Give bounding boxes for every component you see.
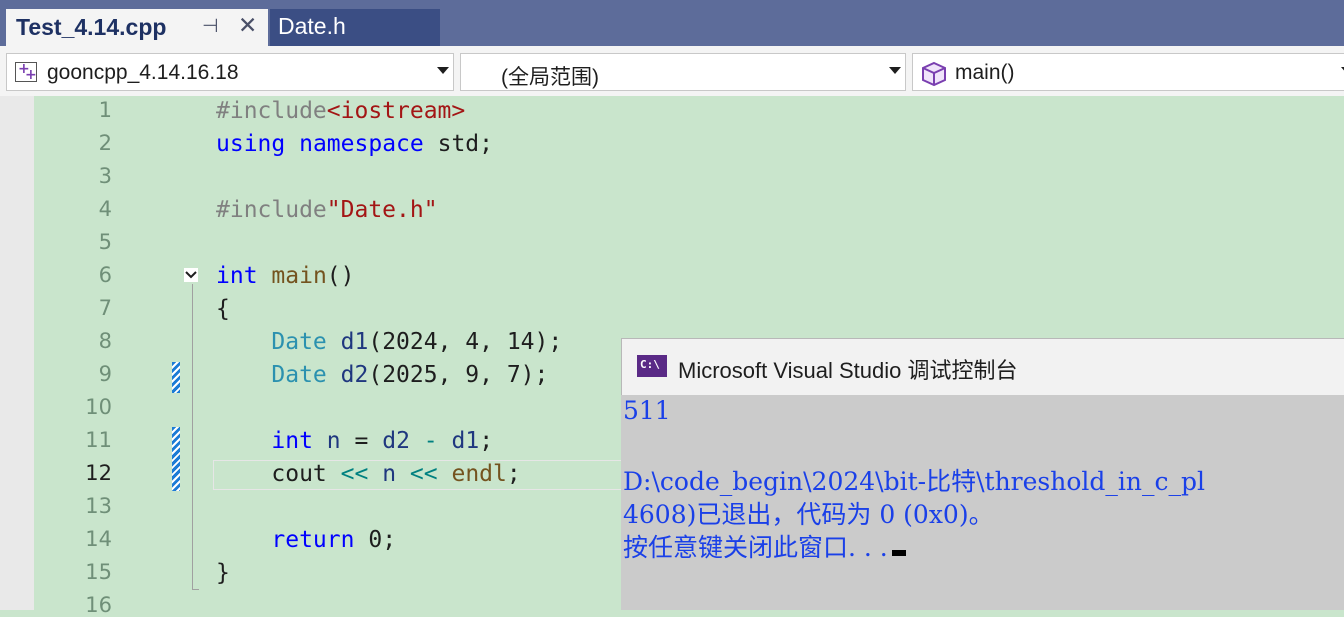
line-number: 9	[98, 362, 112, 386]
text-cursor	[891, 550, 906, 556]
document-tab-bar: Test_4.14.cpp ⊣ ✕ Date.h	[0, 0, 1344, 50]
project-icon: + +	[15, 62, 37, 82]
pin-icon[interactable]: ⊣	[202, 15, 219, 37]
navigation-bar: + + gooncpp_4.14.16.18 (全局范围) main()	[0, 50, 1344, 96]
line-number: 16	[85, 593, 112, 617]
method-cube-icon	[922, 61, 946, 87]
fold-toggle[interactable]	[184, 268, 198, 282]
token: <iostream>	[326, 98, 466, 124]
debug-console-window[interactable]: C:\ Microsoft Visual Studio 调试控制台 511 D:…	[621, 338, 1344, 610]
token: int	[216, 263, 258, 289]
token: d2	[340, 362, 369, 388]
token: 0;	[368, 527, 397, 553]
token: #include	[216, 197, 327, 223]
token: {	[216, 296, 230, 322]
project-dropdown[interactable]: + + gooncpp_4.14.16.18	[6, 53, 454, 91]
tab-title: Test_4.14.cpp	[16, 14, 167, 40]
token: cout	[271, 461, 327, 487]
console-output-line: 511	[623, 396, 671, 425]
token: #include	[216, 98, 327, 124]
code-line: }	[216, 560, 230, 586]
tab-test-cpp[interactable]: Test_4.14.cpp ⊣ ✕	[6, 9, 268, 50]
token: n	[326, 428, 341, 454]
line-number: 7	[98, 296, 112, 320]
line-number-current: 12	[85, 461, 112, 485]
console-app-icon: C:\	[637, 355, 667, 377]
chevron-down-icon	[889, 67, 901, 74]
line-number: 5	[98, 230, 112, 254]
chevron-down-icon	[185, 271, 197, 279]
scope-name: (全局范围)	[501, 66, 599, 89]
token: endl	[451, 461, 507, 487]
code-line: cout << n << endl;	[216, 461, 521, 487]
member-dropdown[interactable]: main()	[912, 53, 1344, 91]
token: (2025, 9, 7);	[368, 362, 549, 388]
close-icon[interactable]: ✕	[238, 13, 257, 39]
line-number: 4	[98, 197, 112, 221]
console-output-line: D:\code_begin\2024\bit-比特\threshold_in_c…	[623, 467, 1205, 496]
project-name: gooncpp_4.14.16.18	[47, 61, 239, 84]
fold-guide-end	[192, 589, 199, 590]
code-line: using namespace std;	[216, 131, 493, 157]
console-output-line: 4608)已退出，代码为 0 (0x0)。	[623, 500, 994, 529]
token: main	[271, 263, 327, 289]
token: return	[271, 527, 355, 553]
code-line: return 0;	[216, 527, 396, 553]
code-line: #include"Date.h"	[216, 197, 438, 223]
line-number: 3	[98, 164, 112, 188]
token: namespace	[299, 131, 424, 157]
line-number: 13	[85, 494, 112, 518]
token: -	[423, 428, 438, 454]
token: =	[354, 428, 369, 454]
token: std;	[437, 131, 493, 157]
console-prompt-text: 按任意键关闭此窗口. . .	[623, 533, 888, 562]
token: d2	[382, 428, 410, 454]
token: using	[216, 131, 286, 157]
code-line: int n = d2 - d1;	[216, 428, 493, 454]
tab-title: Date.h	[278, 13, 346, 39]
line-number: 8	[98, 329, 112, 353]
code-line: {	[216, 296, 230, 322]
token: d1	[340, 329, 369, 355]
token: int	[271, 428, 313, 454]
token: <<	[340, 461, 369, 487]
tab-date-h[interactable]: Date.h	[270, 9, 440, 46]
console-titlebar[interactable]: C:\ Microsoft Visual Studio 调试控制台	[621, 338, 1344, 395]
code-line: Date d1(2024, 4, 14);	[216, 329, 562, 355]
line-number: 14	[85, 527, 112, 551]
token: "Date.h"	[326, 197, 438, 223]
line-number: 1	[98, 98, 112, 122]
token: ;	[479, 428, 494, 454]
scope-dropdown[interactable]: (全局范围)	[460, 53, 906, 91]
chevron-down-icon	[437, 67, 449, 74]
code-line: int main()	[216, 263, 355, 289]
token: <<	[409, 461, 438, 487]
token: d1	[451, 428, 480, 454]
token: ()	[326, 263, 355, 289]
console-output-line: 按任意键关闭此窗口. . .	[623, 528, 906, 564]
token: (2024, 4, 14);	[368, 329, 563, 355]
token: Date	[271, 362, 327, 388]
token: }	[216, 560, 230, 586]
code-line: Date d2(2025, 9, 7);	[216, 362, 548, 388]
fold-guide	[192, 284, 193, 590]
line-number: 6	[98, 263, 112, 287]
line-number: 15	[85, 560, 112, 584]
change-marker	[172, 427, 180, 491]
console-title: Microsoft Visual Studio 调试控制台	[678, 358, 1018, 383]
change-marker	[172, 362, 180, 393]
token: n	[382, 461, 397, 487]
line-number: 11	[85, 428, 112, 452]
token: Date	[271, 329, 327, 355]
token: ;	[506, 461, 521, 487]
line-number: 10	[85, 395, 112, 419]
line-number: 2	[98, 131, 112, 155]
member-name: main()	[955, 61, 1015, 84]
code-line: #include<iostream>	[216, 98, 465, 124]
